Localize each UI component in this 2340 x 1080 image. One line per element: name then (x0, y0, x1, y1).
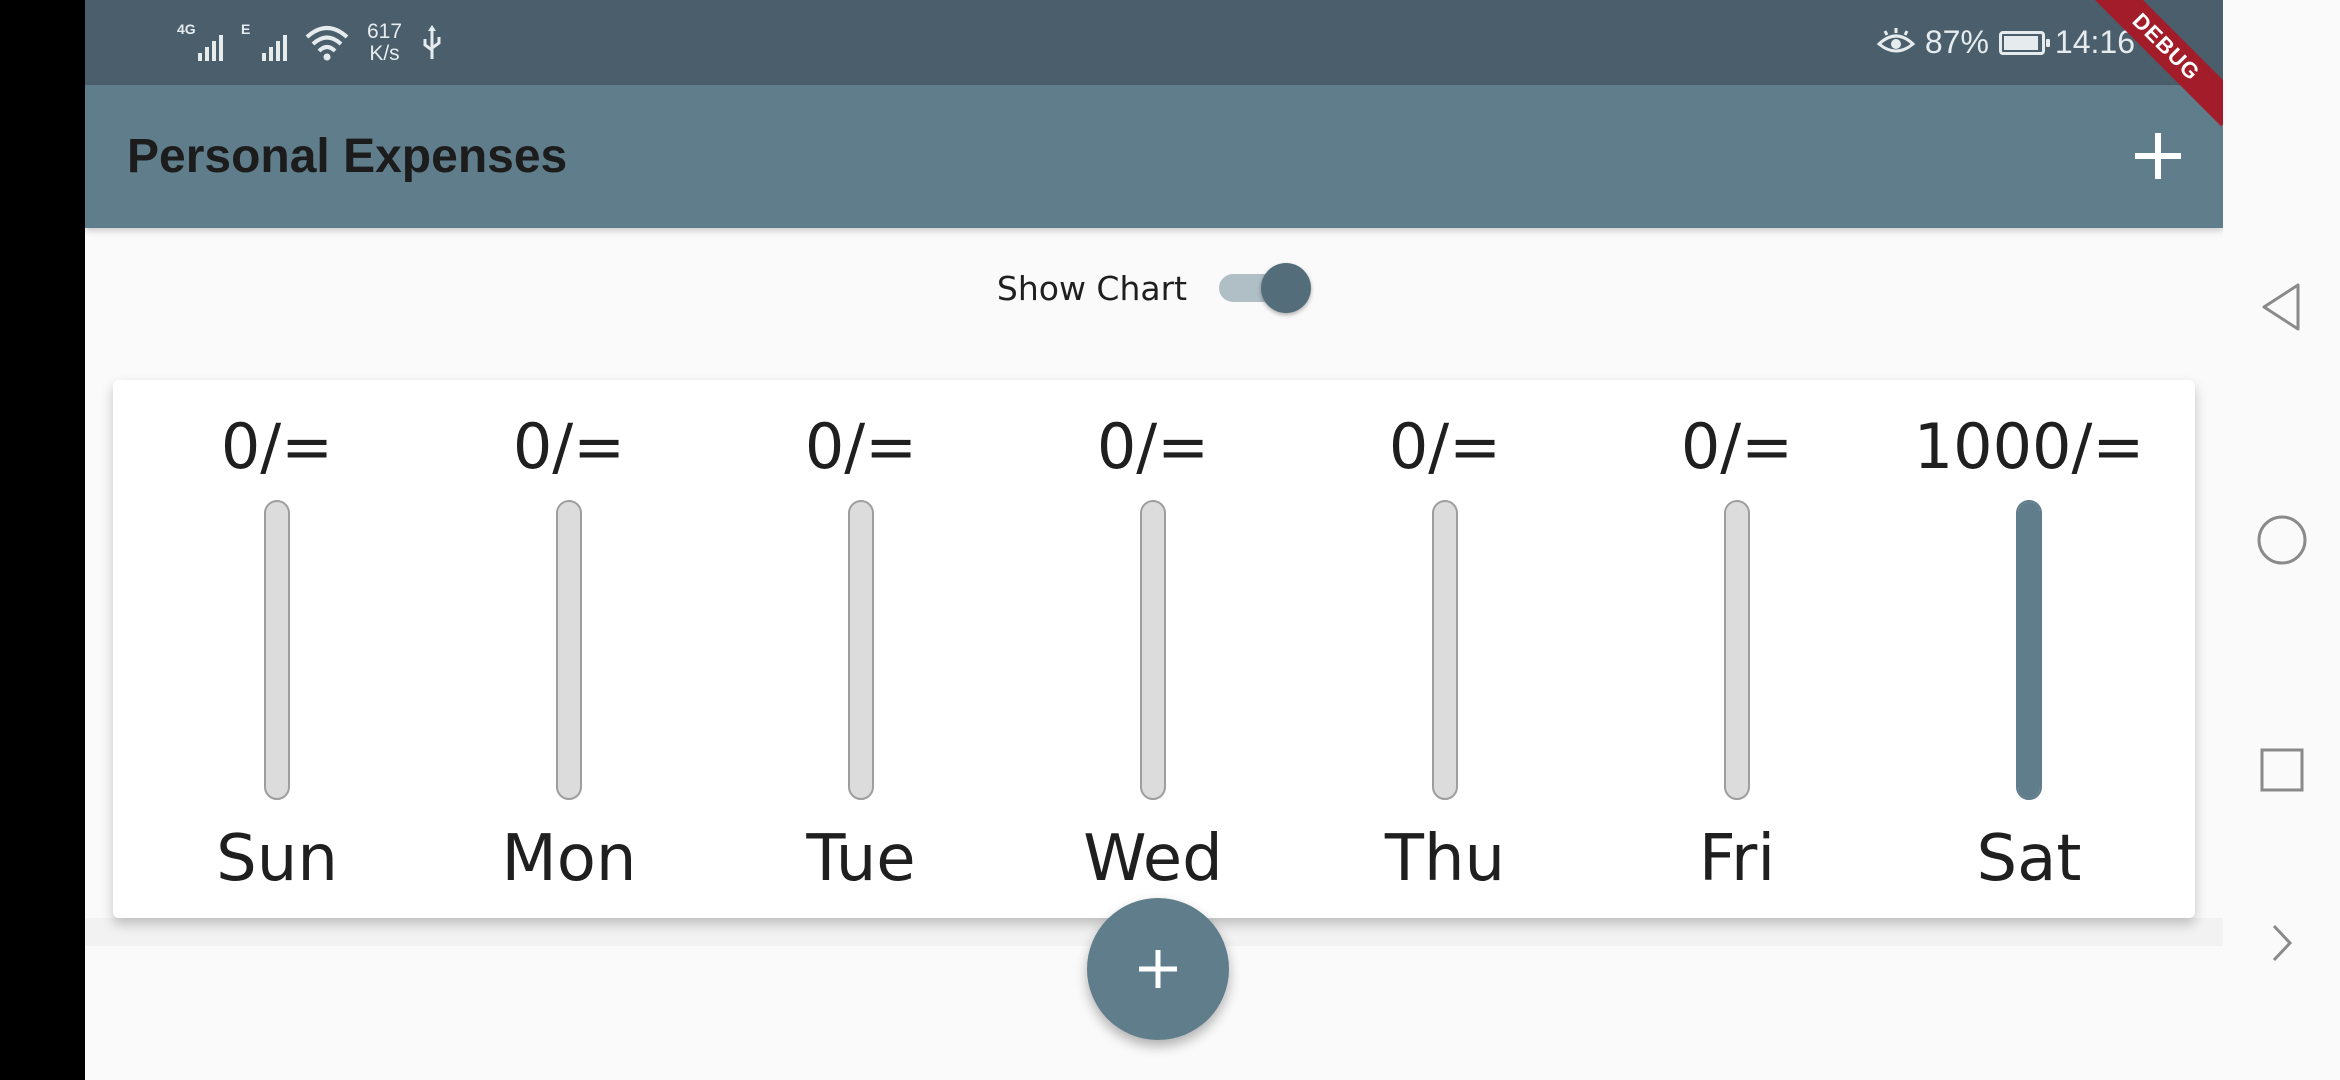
chart-day-mon: 0/= Mon (423, 380, 715, 918)
clock: 14:16 (2054, 24, 2135, 60)
chart-day-sat: 1000/= Sat (1883, 380, 2175, 918)
app-title: Personal Expenses (127, 130, 568, 183)
app-bar: Personal Expenses (85, 85, 2223, 228)
chart-amount-label: 0/= (1096, 410, 1210, 483)
home-button[interactable] (2223, 485, 2340, 595)
chart-bar (556, 500, 582, 800)
chart-bar (2016, 500, 2042, 800)
chart-day-thu: 0/= Thu (1299, 380, 1591, 918)
status-bar: 4G E 617 K/s 87% 14:16 DEBUG (85, 0, 2223, 127)
add-transaction-fab[interactable] (1087, 898, 1229, 1040)
nav-expand-button[interactable] (2223, 888, 2340, 998)
network-speed: 617 K/s (367, 19, 403, 65)
network-type-label-2: E (241, 20, 251, 37)
chart-bars-row: 0/= Sun 0/= Mon 0/= Tue 0/= Wed 0/= Thu 0/= Fri 1000… (113, 380, 2195, 918)
chart-amount-label: 0/= (1680, 410, 1794, 483)
network-speed-value: 617 (367, 19, 403, 43)
chart-amount-label: 0/= (512, 410, 626, 483)
status-right: 87% 14:16 (1876, 0, 2135, 85)
app-screen: 4G E 617 K/s 87% 14:16 DEBUG Personal Ex… (85, 0, 2223, 1080)
chart-bar (1724, 500, 1750, 800)
home-circle-icon (2257, 515, 2306, 565)
chart-amount-label: 0/= (220, 410, 334, 483)
recents-button[interactable] (2223, 715, 2340, 825)
chart-day-label: Sun (216, 822, 338, 896)
system-nav-bar (2223, 0, 2340, 1080)
chart-bar (1432, 500, 1458, 800)
chevron-right-icon (2272, 924, 2292, 962)
chart-bar (264, 500, 290, 800)
show-chart-row: Show Chart (85, 258, 2223, 318)
wifi-icon (305, 25, 349, 60)
chart-day-tue: 0/= Tue (715, 380, 1007, 918)
chart-day-label: Fri (1698, 822, 1776, 896)
eye-comfort-icon (1876, 27, 1915, 52)
signal-e-icon: E (241, 21, 287, 65)
chart-day-sun: 0/= Sun (131, 380, 423, 918)
switch-thumb (1261, 263, 1312, 313)
chart-bar-fill (2018, 502, 2040, 798)
network-speed-unit: K/s (369, 41, 400, 65)
chart-day-label: Wed (1083, 822, 1223, 896)
back-triangle-icon (2262, 283, 2299, 331)
battery-charging-icon (1998, 30, 2050, 55)
chart-day-fri: 0/= Fri (1591, 380, 1883, 918)
recents-square-icon (2260, 748, 2303, 792)
chart-day-wed: 0/= Wed (1007, 380, 1299, 918)
status-left: 4G E 617 K/s (177, 0, 444, 85)
chart-amount-label: 1000/= (1913, 410, 2145, 483)
network-type-label: 4G (177, 20, 196, 37)
chart-amount-label: 0/= (1388, 410, 1502, 483)
chart-bar (848, 500, 874, 800)
chart-day-label: Mon (501, 822, 637, 896)
back-button[interactable] (2223, 252, 2340, 362)
chart-bar (1140, 500, 1166, 800)
chart-day-label: Thu (1384, 822, 1506, 896)
weekly-chart-card: 0/= Sun 0/= Mon 0/= Tue 0/= Wed 0/= Thu 0/= Fri 1000… (113, 380, 2195, 918)
chart-day-label: Sat (1976, 822, 2082, 896)
chart-day-label: Tue (806, 822, 916, 896)
show-chart-label: Show Chart (996, 268, 1188, 308)
chart-amount-label: 0/= (804, 410, 918, 483)
signal-4g-icon: 4G (177, 21, 223, 65)
add-transaction-button[interactable] (2123, 121, 2193, 191)
show-chart-switch[interactable] (1219, 263, 1312, 313)
usb-icon (423, 24, 441, 59)
battery-percent: 87% (1924, 24, 1989, 60)
